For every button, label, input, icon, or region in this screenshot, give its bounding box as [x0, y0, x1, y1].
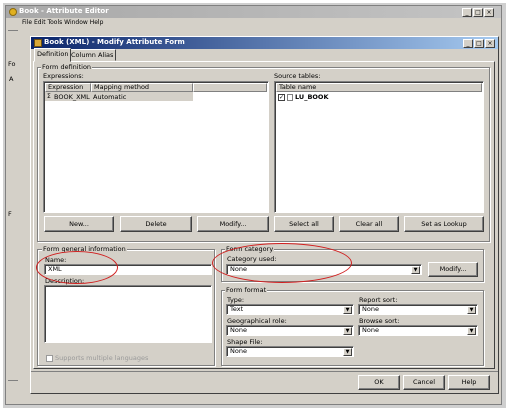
dialog-maximize-icon[interactable]: □ [474, 39, 484, 48]
help-button[interactable]: Help [448, 375, 490, 390]
category-modify-button[interactable]: Modify... [428, 262, 478, 277]
shape-file-dropdown[interactable]: None ▼ [226, 346, 354, 357]
set-as-lookup-button[interactable]: Set as Lookup [404, 216, 484, 232]
chevron-down-icon[interactable]: ▼ [467, 306, 476, 314]
source-tables-label: Source tables: [274, 72, 321, 80]
geographical-role-dropdown[interactable]: None ▼ [226, 325, 354, 336]
description-field[interactable] [44, 285, 212, 343]
geographical-role-label: Geographical role: [227, 317, 287, 325]
modify-button[interactable]: Modify... [197, 216, 269, 232]
chevron-down-icon[interactable]: ▼ [467, 327, 476, 335]
form-definition-label: Form definition [41, 63, 93, 71]
cancel-button[interactable]: Cancel [403, 375, 445, 390]
outer-left-label-fo: Fo [8, 60, 16, 68]
outer-left-divider [8, 30, 18, 31]
attribute-editor-title: Book - Attribute Editor [19, 7, 109, 15]
tab-column-alias[interactable]: Column Alias [68, 49, 117, 61]
mapping-cell: Automatic [93, 93, 127, 101]
expressions-label: Expressions: [43, 72, 84, 80]
select-all-button[interactable]: Select all [274, 216, 334, 232]
outer-minimize-icon[interactable]: _ [462, 8, 472, 17]
dialog-title: Book (XML) - Modify Attribute Form [44, 38, 185, 46]
browse-sort-dropdown[interactable]: None ▼ [358, 325, 478, 336]
chevron-down-icon[interactable]: ▼ [343, 306, 352, 314]
type-dropdown[interactable]: Text ▼ [226, 304, 354, 315]
footer-divider [31, 371, 498, 372]
chevron-down-icon[interactable]: ▼ [411, 266, 420, 274]
shape-file-label: Shape File: [227, 338, 263, 346]
expression-column-header[interactable]: Expression [45, 83, 91, 92]
new-button[interactable]: New... [44, 216, 114, 232]
outer-close-icon[interactable]: × [484, 8, 494, 17]
name-annotation-ring [36, 251, 118, 284]
dialog-close-icon[interactable]: × [485, 39, 495, 48]
clear-all-button[interactable]: Clear all [339, 216, 399, 232]
outer-maximize-icon[interactable]: □ [473, 8, 483, 17]
category-annotation-ring [212, 243, 352, 283]
delete-button[interactable]: Delete [120, 216, 192, 232]
supports-multiple-languages-label: Supports multiple languages [55, 354, 149, 362]
report-sort-dropdown[interactable]: None ▼ [358, 304, 478, 315]
shape-file-value: None [230, 347, 247, 355]
type-value: Text [230, 305, 244, 313]
attribute-editor-icon [9, 8, 17, 16]
form-format-label: Form format [225, 286, 268, 294]
lu-book-checkbox[interactable]: ✓ [278, 94, 285, 101]
ok-button[interactable]: OK [358, 375, 400, 390]
outer-left-label-a: A [9, 75, 14, 83]
table-icon [287, 94, 293, 101]
type-label: Type: [227, 296, 245, 304]
browse-sort-value: None [362, 326, 379, 334]
outer-left-divider [8, 380, 18, 381]
lu-book-table[interactable]: LU_BOOK [295, 93, 328, 101]
outer-left-label-f: F [8, 210, 12, 218]
report-sort-label: Report sort: [359, 296, 398, 304]
dialog-minimize-icon[interactable]: _ [463, 39, 473, 48]
dialog-book-icon [34, 39, 42, 47]
report-sort-value: None [362, 305, 379, 313]
blank-column-header [193, 83, 267, 92]
table-name-column-header[interactable]: Table name [276, 83, 482, 92]
expression-cell: BOOK_XML [54, 93, 90, 101]
chevron-down-icon[interactable]: ▼ [343, 327, 352, 335]
tab-definition[interactable]: Definition [34, 48, 72, 62]
geographical-role-value: None [230, 326, 247, 334]
sigma-icon: Σ [47, 93, 51, 100]
supports-multiple-languages-checkbox[interactable] [46, 355, 53, 362]
outer-menu-bar[interactable]: File Edit Tools Window Help [22, 19, 103, 26]
mapping-method-column-header[interactable]: Mapping method [91, 83, 193, 92]
chevron-down-icon[interactable]: ▼ [343, 348, 352, 356]
browse-sort-label: Browse sort: [359, 317, 400, 325]
